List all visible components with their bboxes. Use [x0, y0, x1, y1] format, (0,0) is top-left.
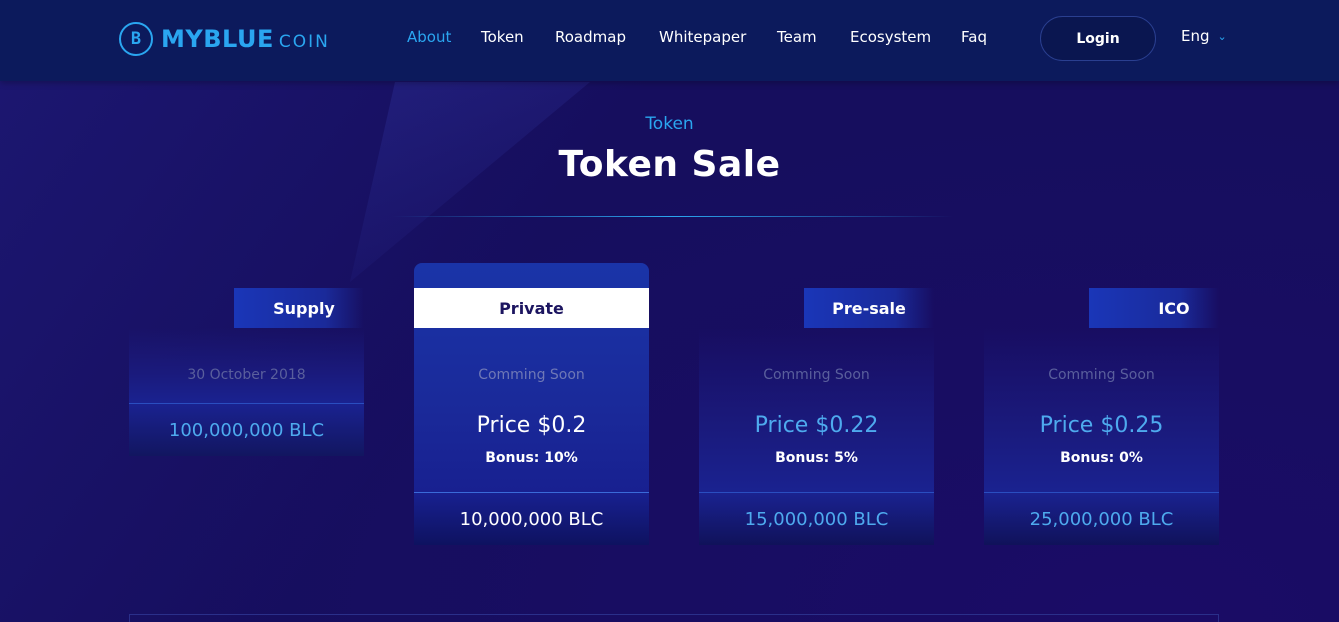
card-amount: 100,000,000 BLC — [129, 403, 364, 456]
card-tag-private: Private — [414, 288, 649, 328]
title-divider — [392, 216, 954, 217]
card-tag-supply: Supply — [234, 288, 364, 328]
card-price: Price $0.2 — [476, 413, 587, 438]
card-tag-presale: Pre-sale — [804, 288, 934, 328]
nav-item-roadmap[interactable]: Roadmap — [555, 28, 626, 46]
card-panel — [129, 328, 364, 403]
nav-item-team[interactable]: Team — [777, 28, 817, 46]
card-price: Price $0.25 — [1039, 413, 1164, 438]
card-status: Comming Soon — [1048, 367, 1155, 383]
card-bonus: Bonus: 10% — [485, 450, 578, 466]
card-panel — [699, 328, 934, 493]
card-price: Price $0.22 — [754, 413, 879, 438]
nav-item-whitepaper[interactable]: Whitepaper — [659, 28, 746, 46]
nav-item-ecosystem[interactable]: Ecosystem — [850, 28, 931, 46]
card-bonus: Bonus: 5% — [775, 450, 858, 466]
chevron-down-icon: ⌄ — [1217, 29, 1227, 43]
card-bonus: Bonus: 0% — [1060, 450, 1143, 466]
card-status: Comming Soon — [763, 367, 870, 383]
card-status: Comming Soon — [478, 367, 585, 383]
login-button[interactable]: Login — [1040, 16, 1156, 61]
next-section-box — [129, 614, 1219, 622]
section-title: Token Sale — [558, 144, 781, 185]
card-amount: 25,000,000 BLC — [984, 492, 1219, 545]
nav-item-about[interactable]: About — [407, 28, 451, 46]
nav-item-faq[interactable]: Faq — [961, 28, 987, 46]
card-amount: 15,000,000 BLC — [699, 492, 934, 545]
nav-item-token[interactable]: Token — [481, 28, 524, 46]
card-amount: 10,000,000 BLC — [414, 492, 649, 545]
card-tag-ico: ICO — [1089, 288, 1219, 328]
site-header: B MYBLUE COIN About Token Roadmap Whitep… — [0, 0, 1339, 81]
card-date: 30 October 2018 — [187, 367, 306, 383]
language-selector[interactable]: Eng ⌄ — [1181, 27, 1227, 45]
language-label: Eng — [1181, 27, 1210, 45]
section-subtitle: Token — [645, 114, 694, 134]
card-panel — [984, 328, 1219, 493]
